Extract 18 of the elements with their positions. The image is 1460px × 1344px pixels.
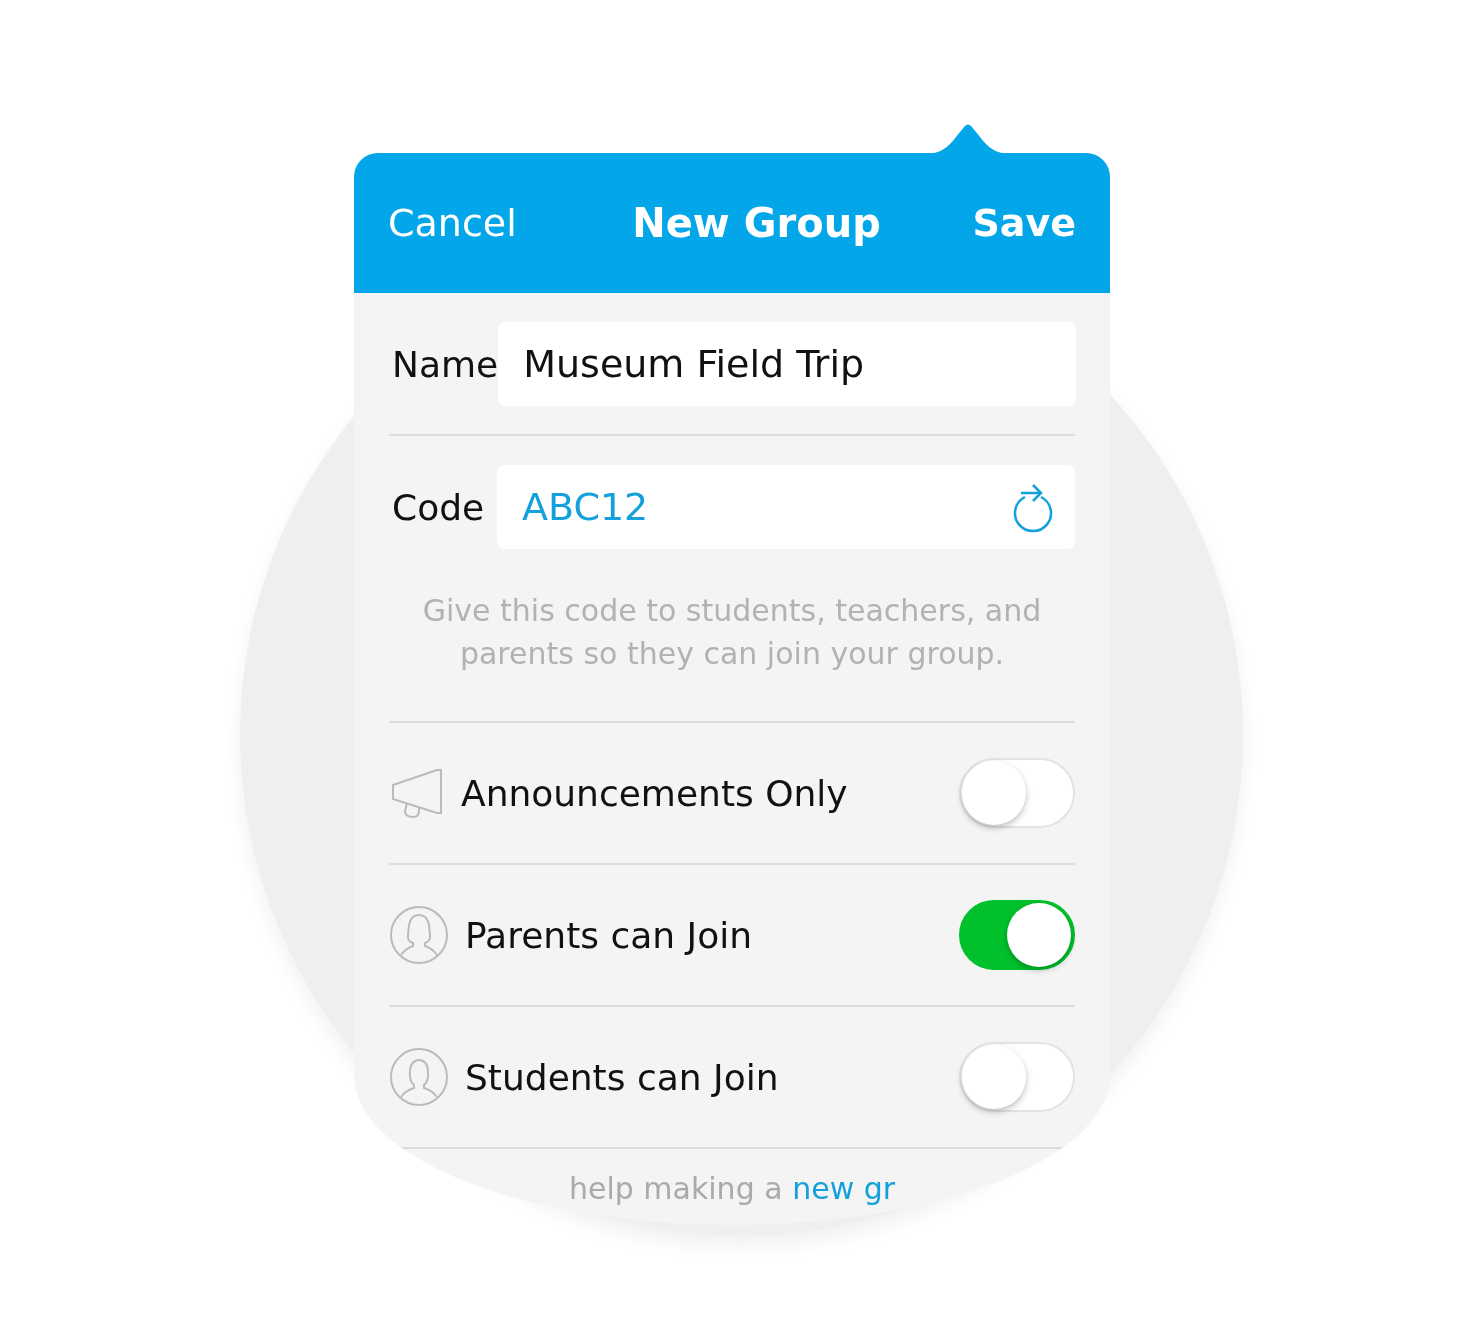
save-button[interactable]: Save [972, 201, 1076, 245]
option-label: Announcements Only [461, 772, 849, 814]
footer-text: help making a [568, 1171, 784, 1206]
name-field[interactable]: Museum Field Trip [498, 322, 1077, 406]
person-icon [389, 905, 449, 965]
option-label: Students can Join [465, 1056, 780, 1098]
field-label: Name [391, 343, 499, 385]
code-field[interactable]: ABC12 [497, 465, 1075, 549]
field-label: Code [391, 486, 486, 528]
new-group-link[interactable]: new gr [792, 1171, 896, 1206]
person-icon [389, 1047, 449, 1107]
cancel-button[interactable]: Cancel [388, 201, 517, 245]
toggle-switch[interactable] [959, 900, 1075, 970]
help-text: Give this code to students, teachers, and parents so they can join your group. [389, 577, 1075, 723]
header-title: New Group [632, 200, 881, 246]
megaphone-icon [389, 767, 445, 819]
refresh-icon[interactable] [1011, 481, 1055, 533]
option-label: Parents can Join [465, 914, 753, 956]
